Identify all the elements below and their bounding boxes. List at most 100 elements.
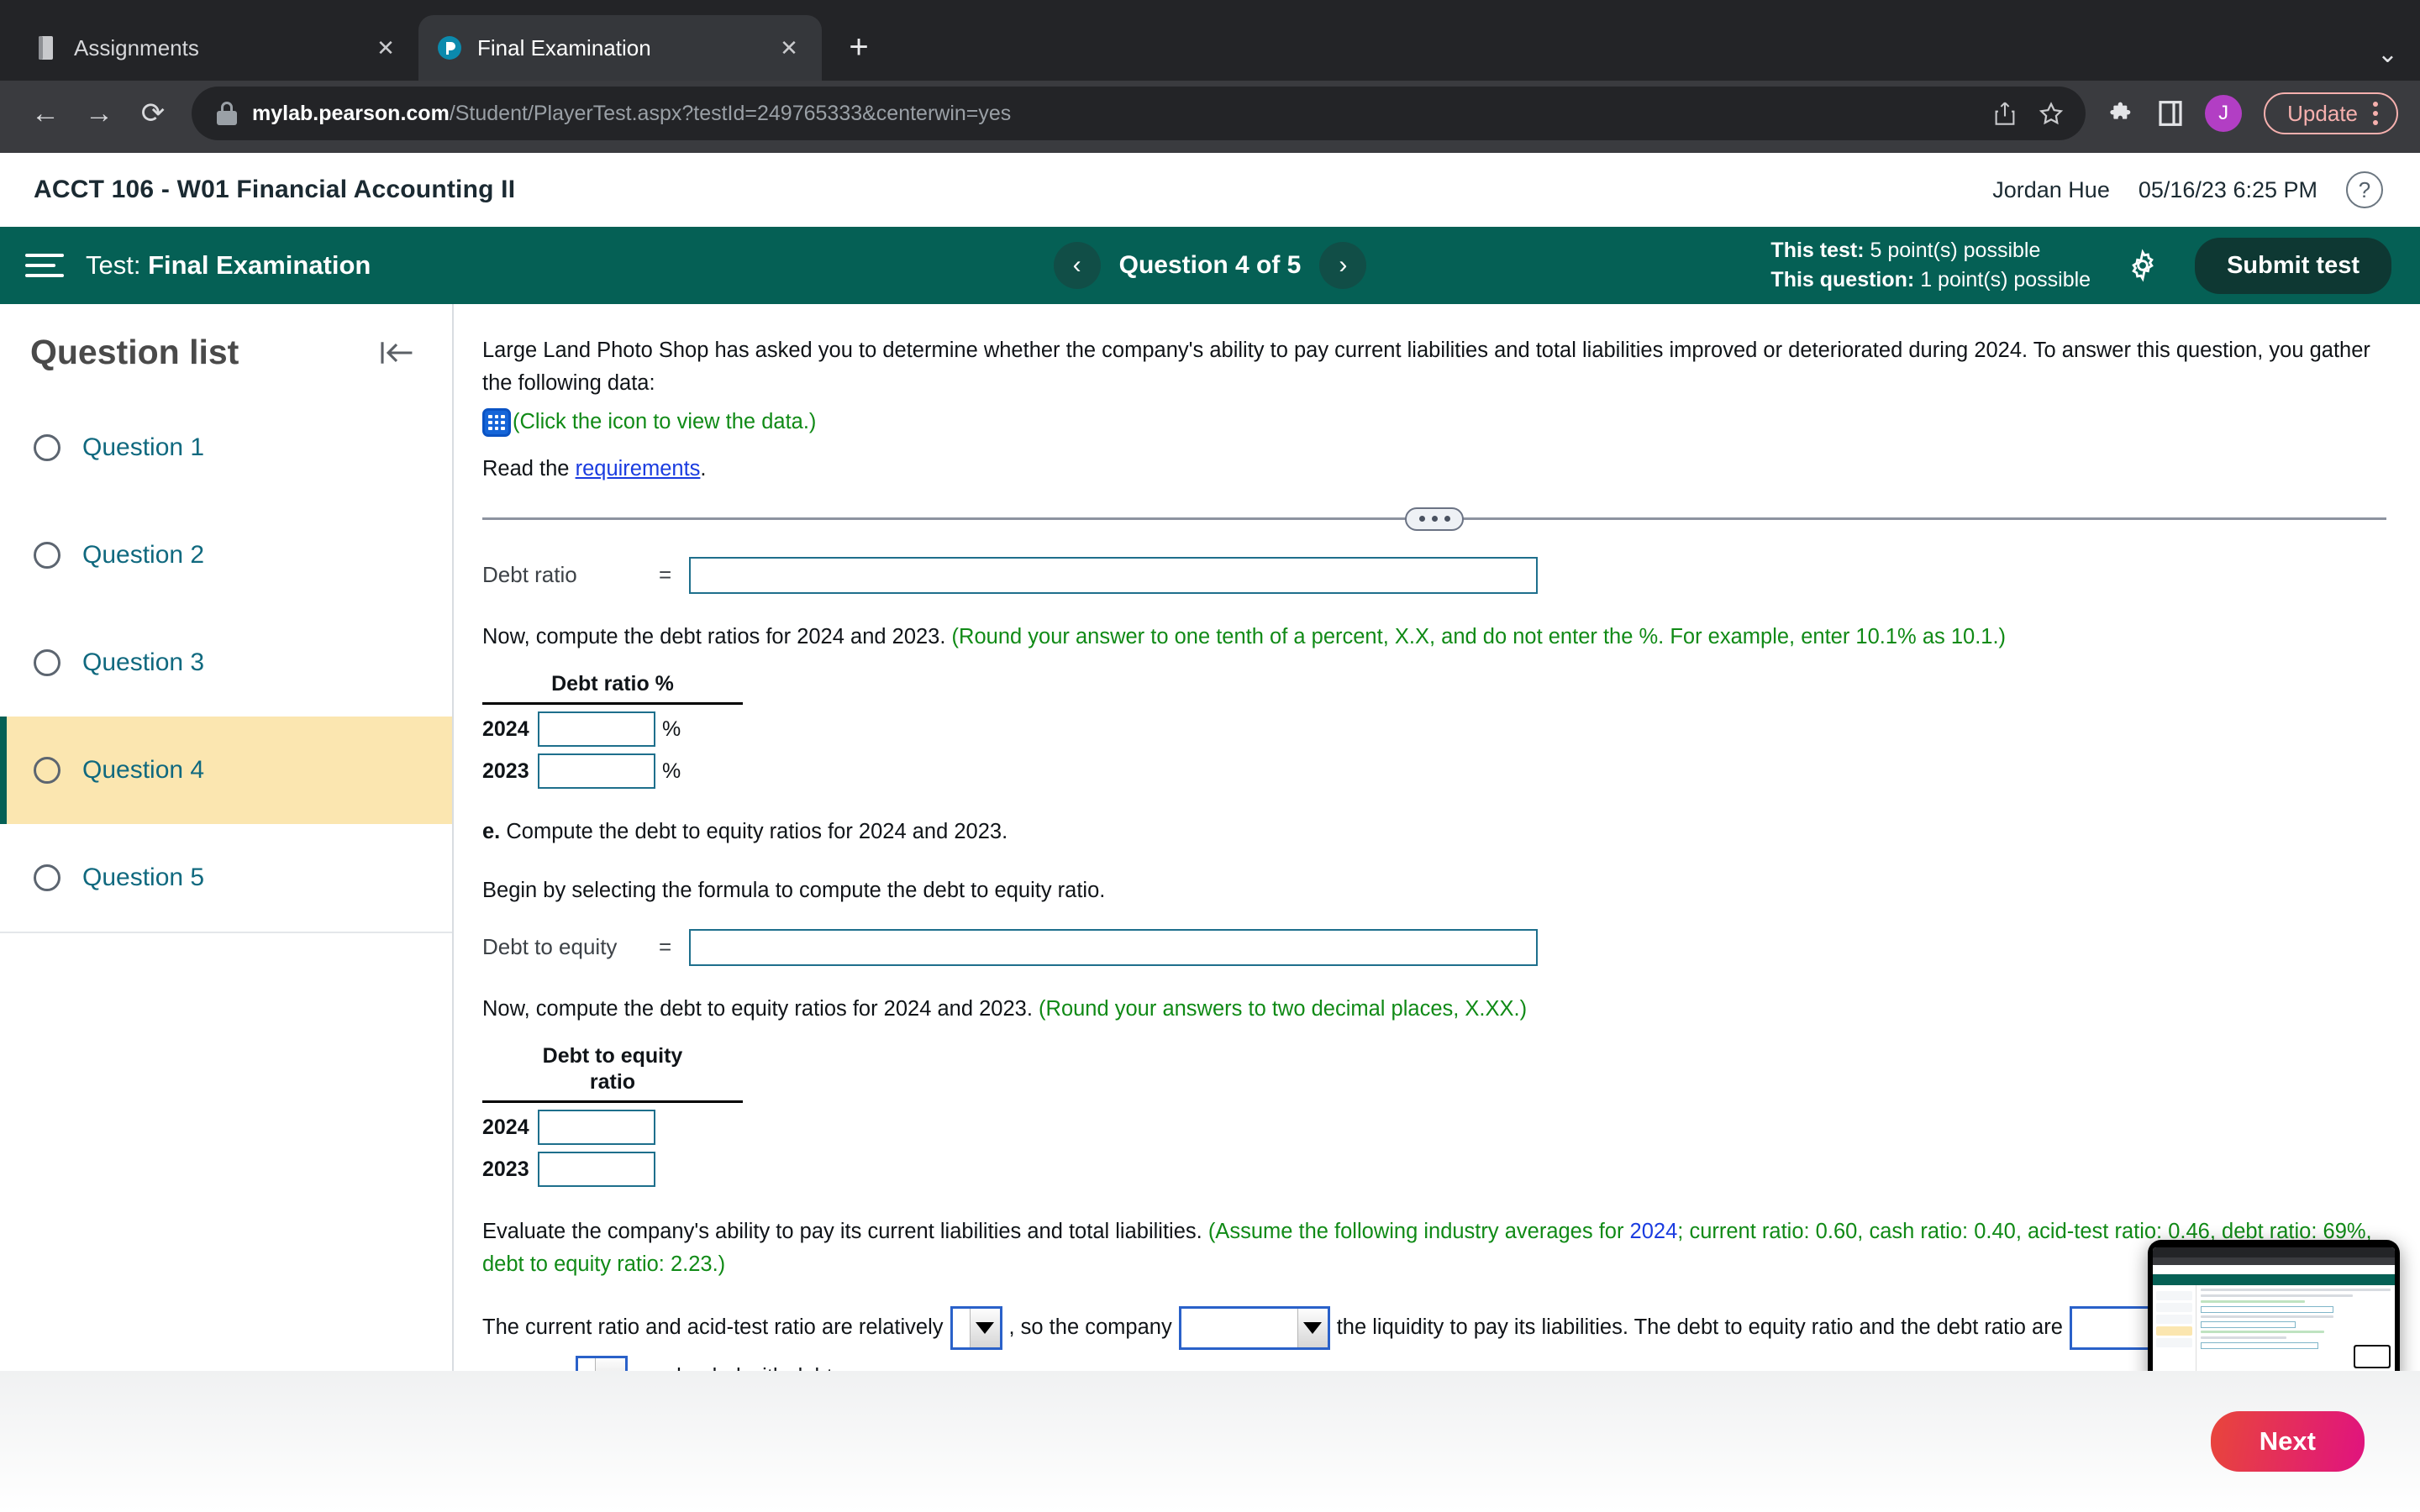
sidebar-item-question-3[interactable]: Question 3: [0, 609, 452, 717]
chevron-down-icon: [969, 1308, 1000, 1347]
close-icon[interactable]: ✕: [775, 34, 803, 62]
part-e-heading: e. Compute the debt to equity ratios for…: [482, 816, 2386, 848]
table-row: 2024: [482, 1110, 743, 1146]
debt-ratio-formula-label: Debt ratio: [482, 562, 577, 587]
debt-ratio-2023-input[interactable]: [538, 753, 655, 789]
table-header: Debt ratio %: [551, 671, 674, 696]
gear-icon[interactable]: [2124, 247, 2161, 284]
browser-tab-final-examination[interactable]: Final Examination ✕: [418, 15, 822, 81]
avatar[interactable]: J: [2205, 95, 2243, 132]
question-list-sidebar: Question list Question 1 Question 2 Ques…: [0, 304, 454, 1401]
test-prefix: Test:: [86, 250, 141, 280]
back-button[interactable]: ←: [18, 87, 72, 140]
debt-ratio-instruction: Now, compute the debt ratios for 2024 an…: [482, 621, 2386, 653]
pip-line: [2201, 1315, 2334, 1318]
liquidity-verb-dropdown[interactable]: [1178, 1305, 1330, 1350]
conclusion-sentence: The current ratio and acid-test ratio ar…: [482, 1305, 2386, 1351]
browser-menu-icon[interactable]: [2373, 102, 2378, 125]
table-header-line1: Debt to equity: [542, 1043, 683, 1068]
browser-tab-assignments[interactable]: Assignments ✕: [15, 15, 418, 81]
percent-label: %: [662, 717, 681, 741]
share-icon[interactable]: [1993, 101, 2017, 126]
sidebar-item-label: Question 5: [82, 864, 205, 891]
page-footer: Next: [0, 1371, 2420, 1512]
test-toolbar-right: This test: 5 point(s) possible This ques…: [1770, 236, 2391, 296]
sidebar-item-question-5[interactable]: Question 5: [0, 824, 452, 932]
debt-to-equity-formula-input[interactable]: [689, 928, 1538, 966]
evaluate-paragraph: Evaluate the company's ability to pay it…: [482, 1215, 2373, 1280]
requirements-link[interactable]: requirements: [576, 457, 701, 480]
menu-hamburger-icon[interactable]: [25, 254, 64, 277]
pip-list-item: [2156, 1315, 2192, 1324]
submit-test-button[interactable]: Submit test: [2195, 237, 2391, 294]
timestamp: 05/16/23 6:25 PM: [2138, 176, 2317, 202]
pip-sidebar: [2153, 1285, 2196, 1382]
table-row: 2024 %: [482, 711, 743, 747]
table-row: 2023 %: [482, 753, 743, 789]
new-tab-button[interactable]: +: [834, 22, 884, 72]
bookmark-star-icon[interactable]: [2039, 101, 2064, 126]
pip-input: [2201, 1321, 2296, 1328]
collapse-panel-icon[interactable]: [378, 339, 415, 367]
pip-course-bar: [2153, 1265, 2395, 1274]
lock-icon: [217, 102, 237, 125]
evaluate-text: Evaluate the company's ability to pay it…: [482, 1220, 1208, 1244]
points-summary: This test: 5 point(s) possible This ques…: [1770, 236, 2091, 296]
debt-to-equity-2023-input[interactable]: [538, 1152, 655, 1188]
picture-in-picture-preview[interactable]: [2148, 1240, 2400, 1389]
extensions-puzzle-icon[interactable]: [2109, 100, 2136, 127]
forward-button[interactable]: →: [72, 87, 126, 140]
address-bar[interactable]: mylab.pearson.com/Student/PlayerTest.asp…: [192, 87, 2086, 140]
sentence-part-3: the liquidity to pay its liabilities. Th…: [1336, 1315, 2063, 1339]
close-icon[interactable]: ✕: [371, 34, 400, 62]
sentence-part-2: , so the company: [1008, 1315, 1172, 1339]
debt-ratio-formula-input[interactable]: [689, 556, 1538, 594]
sidebar-item-question-2[interactable]: Question 2: [0, 501, 452, 609]
update-label: Update: [2287, 100, 2358, 126]
page-root: ACCT 106 - W01 Financial Accounting II J…: [0, 153, 2420, 1512]
pip-screen: [2153, 1247, 2395, 1382]
row-year: 2023: [482, 1157, 529, 1181]
help-icon[interactable]: ?: [2346, 171, 2383, 208]
liquidity-level-dropdown[interactable]: [950, 1305, 1002, 1350]
course-header: ACCT 106 - W01 Financial Accounting II J…: [0, 153, 2420, 227]
equals-sign: =: [659, 934, 672, 959]
pip-nested-thumbnail: [2354, 1345, 2391, 1368]
pip-line: [2201, 1300, 2306, 1303]
sidebar-item-label: Question 1: [82, 433, 205, 461]
table-row: 2023: [482, 1152, 743, 1188]
sidebar-item-question-4[interactable]: Question 4: [0, 717, 452, 824]
sidebar-item-question-1[interactable]: Question 1: [0, 394, 452, 501]
pip-address-bar: [2153, 1257, 2395, 1265]
rounding-note: (Round your answer to one tenth of a per…: [951, 624, 2007, 648]
pearson-icon: [437, 35, 462, 60]
url-text: mylab.pearson.com/Student/PlayerTest.asp…: [252, 102, 1978, 126]
pip-list-item-active: [2156, 1326, 2192, 1336]
question-counter: Question 4 of 5: [1118, 251, 1302, 279]
spreadsheet-icon[interactable]: [482, 407, 511, 437]
expand-more-icon[interactable]: [1405, 507, 1464, 531]
sidebar-item-label: Question 4: [82, 756, 205, 784]
debt-ratio-2024-input[interactable]: [538, 711, 655, 747]
previous-question-button[interactable]: ‹: [1053, 242, 1101, 289]
url-path: /Student/PlayerTest.aspx?testId=24976533…: [449, 101, 1012, 125]
debt-to-equity-2024-input[interactable]: [538, 1110, 655, 1146]
side-panel-icon[interactable]: [2158, 100, 2183, 127]
question-intro: Large Land Photo Shop has asked you to d…: [482, 339, 2370, 395]
update-button[interactable]: Update: [2264, 92, 2398, 134]
question-list: Question 1 Question 2 Question 3 Questio…: [0, 394, 452, 933]
question-status-circle: [34, 649, 60, 676]
part-text: Compute the debt to equity ratios for 20…: [500, 820, 1008, 843]
browser-toolbar-right: J Update: [2086, 92, 2398, 134]
debt-to-equity-formula-row: Debt to equity =: [482, 928, 2386, 966]
next-button[interactable]: Next: [2210, 1411, 2365, 1472]
chevron-down-icon[interactable]: ⌄: [2377, 39, 2398, 69]
row-year: 2023: [482, 759, 529, 783]
user-name: Jordan Hue: [1992, 176, 2110, 202]
question-status-circle: [34, 542, 60, 569]
table-header: Debt to equity ratio: [482, 1043, 743, 1101]
next-question-button[interactable]: ›: [1319, 242, 1367, 289]
table-header-line2: ratio: [589, 1070, 636, 1094]
tab-title: Assignments: [74, 34, 199, 60]
reload-button[interactable]: ⟳: [126, 87, 180, 140]
